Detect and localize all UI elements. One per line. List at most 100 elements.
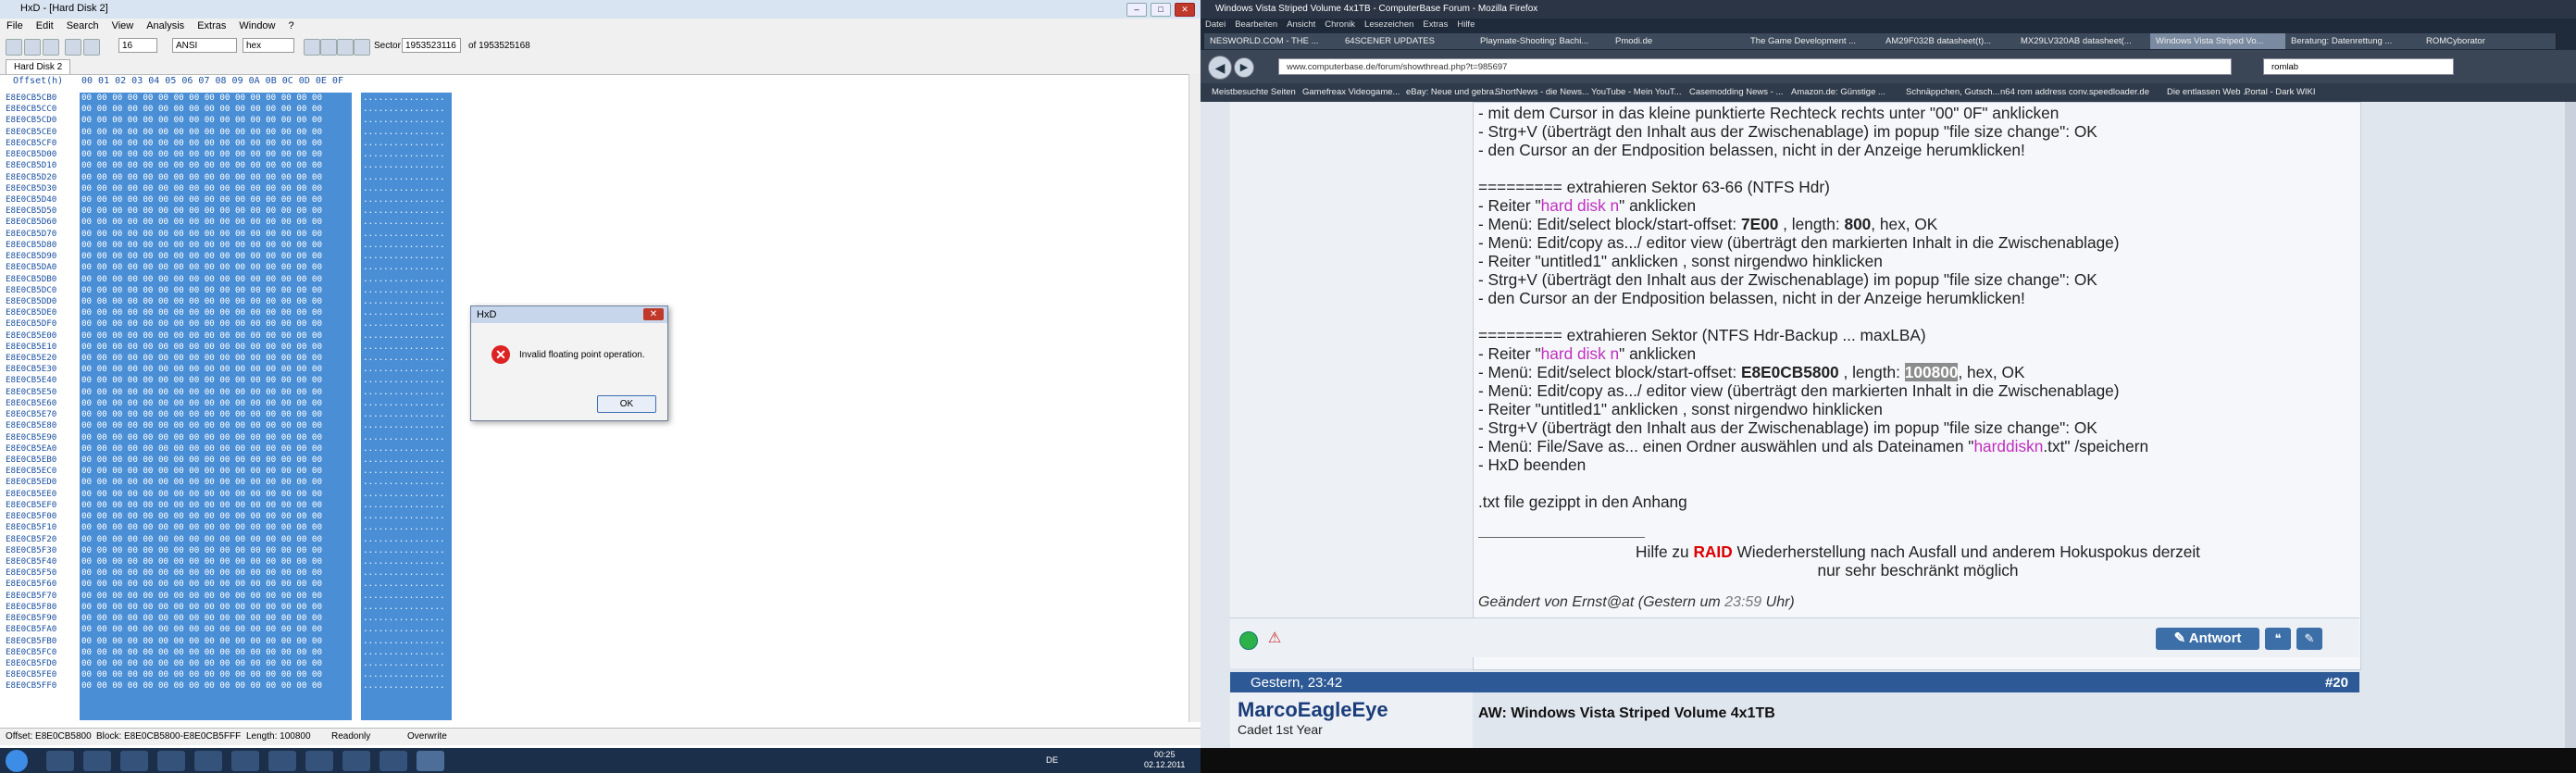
- bookmark-item[interactable]: speedloader.de: [2089, 87, 2149, 97]
- post-footer: ⚠ ✎ Antwort ❝ ✎: [1230, 617, 2359, 657]
- back-arrow-icon[interactable]: ◀: [1208, 56, 1232, 80]
- hxd-taskbar-icon[interactable]: [417, 751, 444, 771]
- search-input[interactable]: romlab: [2263, 58, 2454, 75]
- maximize-button[interactable]: □: [1151, 3, 1171, 17]
- browser-tab[interactable]: MX29LV320AB datasheet(...: [2015, 33, 2151, 49]
- hex-row: 00 00 00 00 00 00 00 00 00 00 00 00 00 0…: [81, 601, 322, 612]
- menu-item-file[interactable]: File: [0, 19, 30, 33]
- post-20-number[interactable]: #20: [2325, 675, 2348, 691]
- post-20-username[interactable]: MarcoEagleEye: [1238, 698, 1388, 722]
- open-ram-icon[interactable]: [83, 39, 100, 56]
- start-button-icon[interactable]: [6, 750, 28, 772]
- menu-item-analysis[interactable]: Analysis: [140, 19, 191, 33]
- taskbar-app-icon[interactable]: [380, 751, 407, 771]
- ff-menu-item[interactable]: Bearbeiten: [1230, 19, 1282, 31]
- dialog-title-bar: HxD ✕: [471, 306, 667, 323]
- taskbar-app-icon[interactable]: [120, 751, 148, 771]
- browser-tab[interactable]: NESWORLD.COM - THE ...: [1204, 33, 1340, 49]
- close-button[interactable]: ✕: [1175, 3, 1195, 17]
- bookmark-item[interactable]: Gamefreax Videogame...: [1302, 87, 1400, 97]
- sector-of-label: of 1953525168: [468, 41, 530, 51]
- menu-item-edit[interactable]: Edit: [30, 19, 60, 33]
- browser-tab[interactable]: AM29F032B datasheet(t)...: [1880, 33, 2016, 49]
- sector-input[interactable]: 1953523116: [402, 38, 461, 53]
- ff-menu-item[interactable]: Chronik: [1320, 19, 1360, 31]
- language-indicator[interactable]: DE: [1046, 755, 1058, 766]
- bookmark-item[interactable]: n64 rom address conv...: [2000, 87, 2094, 97]
- bookmark-item[interactable]: Die entlassen Web ...: [2167, 87, 2250, 97]
- offset-cell: E8E0CB5D50: [6, 206, 57, 217]
- ok-button[interactable]: OK: [597, 395, 656, 413]
- hex-data[interactable]: 00 00 00 00 00 00 00 00 00 00 00 00 00 0…: [81, 93, 352, 720]
- hxd-vertical-scrollbar[interactable]: [1188, 74, 1201, 722]
- quote-icon[interactable]: ✎: [2296, 628, 2322, 650]
- browser-tab[interactable]: Pmodi.de: [1610, 33, 1746, 49]
- offset-cell: E8E0CB5FB0: [6, 635, 57, 646]
- menu-item-window[interactable]: Window: [232, 19, 281, 33]
- menu-item-search[interactable]: Search: [60, 19, 106, 33]
- report-warning-icon[interactable]: ⚠: [1265, 630, 1284, 648]
- browser-tab[interactable]: The Game Development ...: [1745, 33, 1881, 49]
- browser-tab[interactable]: Beratung: Datenrettung ...: [2285, 33, 2421, 49]
- menu-item-extras[interactable]: Extras: [191, 19, 232, 33]
- ff-menu-item[interactable]: Ansicht: [1282, 19, 1320, 31]
- prev-sector-icon[interactable]: [320, 39, 337, 56]
- hex-row: 00 00 00 00 00 00 00 00 00 00 00 00 00 0…: [81, 567, 322, 579]
- menu-item-[interactable]: ?: [282, 19, 301, 33]
- page-vertical-scrollbar[interactable]: [2565, 102, 2576, 748]
- taskbar-app-icon[interactable]: [46, 751, 74, 771]
- open-disk-icon[interactable]: [65, 39, 81, 56]
- taskbar-app-icon[interactable]: [231, 751, 259, 771]
- bookmark-item[interactable]: Schnäppchen, Gutsch...: [1906, 87, 1999, 97]
- first-sector-icon[interactable]: [304, 39, 320, 56]
- firefox-taskbar-icon[interactable]: [194, 751, 222, 771]
- offset-cell: E8E0CB5D20: [6, 171, 57, 182]
- taskbar-app-icon[interactable]: [157, 751, 185, 771]
- multi-quote-icon[interactable]: ❝: [2265, 628, 2291, 650]
- taskbar-app-icon[interactable]: [342, 751, 370, 771]
- bookmark-item[interactable]: eBay: Neue und gebra...: [1406, 87, 1501, 97]
- hex-row: 00 00 00 00 00 00 00 00 00 00 00 00 00 0…: [81, 115, 322, 126]
- ff-menu-item[interactable]: Datei: [1201, 19, 1230, 31]
- save-icon[interactable]: [43, 39, 59, 56]
- taskbar-app-icon[interactable]: [83, 751, 111, 771]
- browser-tab[interactable]: Windows Vista Striped Vo...: [2150, 33, 2286, 49]
- hex-row: 00 00 00 00 00 00 00 00 00 00 00 00 00 0…: [81, 364, 322, 375]
- taskbar-app-icon[interactable]: [305, 751, 333, 771]
- bookmark-item[interactable]: Amazon.de: Günstige ...: [1791, 87, 1885, 97]
- new-file-icon[interactable]: [6, 39, 22, 56]
- bookmark-item[interactable]: YouTube - Mein YouT...: [1591, 87, 1682, 97]
- browser-tab[interactable]: 64SCENER UPDATES: [1339, 33, 1475, 49]
- ff-menu-item[interactable]: Hilfe: [1452, 19, 1479, 31]
- tab-hard-disk-2[interactable]: Hard Disk 2: [6, 59, 71, 74]
- ff-menu-item[interactable]: Lesezeichen: [1360, 19, 1418, 31]
- hex-row: 00 00 00 00 00 00 00 00 00 00 00 00 00 0…: [81, 149, 322, 160]
- minimize-button[interactable]: –: [1126, 3, 1147, 17]
- clock[interactable]: 00:25 02.12.2011: [1144, 750, 1185, 770]
- reply-button[interactable]: ✎ Antwort: [2156, 628, 2259, 650]
- bookmark-item[interactable]: Portal - Dark WIKI: [2245, 87, 2316, 97]
- taskbar-app-icon[interactable]: [268, 751, 296, 771]
- clock-date: 02.12.2011: [1144, 760, 1186, 769]
- post-line: - Menü: Edit/select block/start-offset: …: [1478, 215, 2358, 233]
- post-20-rank: Cadet 1st Year: [1238, 722, 1323, 737]
- menu-item-view[interactable]: View: [106, 19, 141, 33]
- url-bar[interactable]: www.computerbase.de/forum/showthread.php…: [1278, 58, 2232, 75]
- forward-arrow-icon[interactable]: ▶: [1234, 57, 1254, 78]
- bookmark-item[interactable]: ShortNews - die News...: [1495, 87, 1589, 97]
- bytes-per-row-select[interactable]: 16: [118, 38, 157, 53]
- next-sector-icon[interactable]: [337, 39, 354, 56]
- mode-select[interactable]: hex: [243, 38, 294, 53]
- bookmark-item[interactable]: Meistbesuchte Seiten: [1212, 87, 1296, 97]
- last-sector-icon[interactable]: [354, 39, 370, 56]
- open-file-icon[interactable]: [24, 39, 41, 56]
- bookmark-item[interactable]: Casemodding News - ...: [1689, 87, 1783, 97]
- charset-select[interactable]: ANSI: [172, 38, 237, 53]
- browser-tab[interactable]: ROMCyborator: [2420, 33, 2557, 49]
- offset-cell: E8E0CB5CF0: [6, 137, 57, 148]
- dialog-close-button[interactable]: ✕: [643, 308, 664, 320]
- browser-tab[interactable]: Playmate-Shooting: Bachi...: [1475, 33, 1611, 49]
- ff-menu-item[interactable]: Extras: [1418, 19, 1452, 31]
- ascii-row: ................: [363, 533, 445, 544]
- ascii-data[interactable]: ........................................…: [363, 93, 452, 720]
